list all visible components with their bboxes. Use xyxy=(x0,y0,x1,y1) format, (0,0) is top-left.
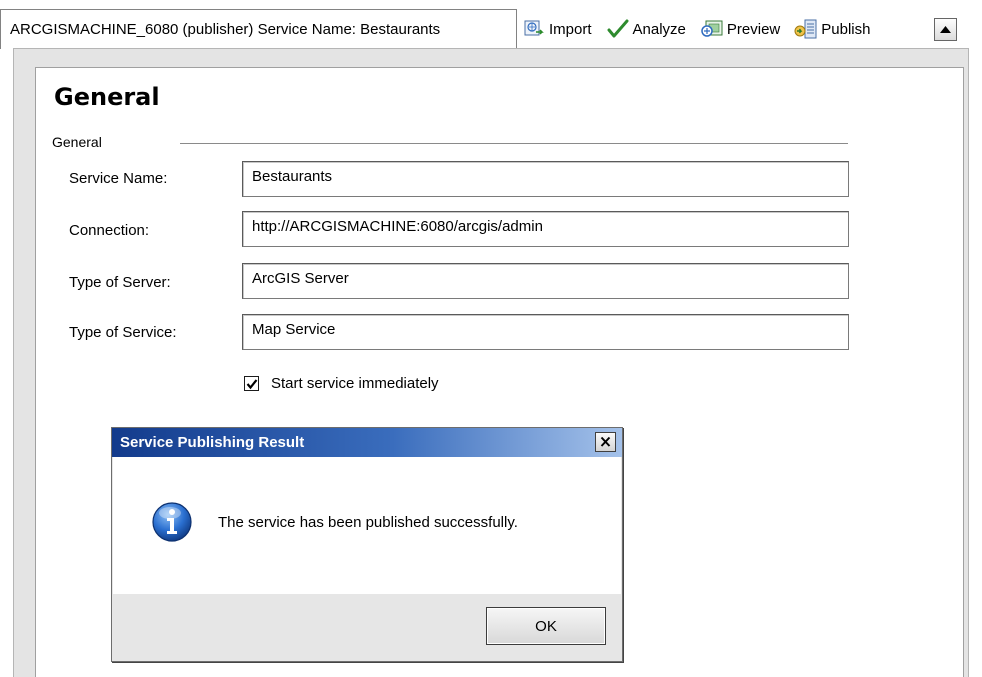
service-name-label: Service Name: xyxy=(69,170,168,187)
start-service-label: Start service immediately xyxy=(271,375,439,392)
analyze-button[interactable]: Analyze xyxy=(606,18,686,40)
collapse-arrow-icon xyxy=(940,26,951,33)
tab-title: ARCGISMACHINE_6080 (publisher) Service N… xyxy=(10,21,441,38)
preview-button[interactable]: Preview xyxy=(700,18,780,40)
ok-button[interactable]: OK xyxy=(486,607,606,645)
connection-label: Connection: xyxy=(69,222,150,239)
preview-label: Preview xyxy=(726,20,781,38)
analyze-label: Analyze xyxy=(632,20,686,38)
connection-field[interactable]: http://ARCGISMACHINE:6080/arcgis/admin xyxy=(242,211,849,247)
server-type-label: Type of Server: xyxy=(69,274,171,291)
collapse-toolbar-button[interactable] xyxy=(934,18,957,41)
close-icon xyxy=(600,436,611,447)
import-icon xyxy=(522,18,546,40)
publish-button[interactable]: Publish xyxy=(794,18,870,40)
info-icon xyxy=(151,501,193,543)
publishing-result-dialog: Service Publishing Result The service ha… xyxy=(111,427,623,662)
service-name-field[interactable]: Bestaurants xyxy=(242,161,849,197)
group-divider xyxy=(180,143,848,144)
service-type-field[interactable]: Map Service xyxy=(242,314,849,350)
publish-icon xyxy=(794,18,818,40)
service-type-label: Type of Service: xyxy=(69,324,177,341)
dialog-message: The service has been published successfu… xyxy=(218,514,518,531)
service-editor-tab[interactable]: ARCGISMACHINE_6080 (publisher) Service N… xyxy=(0,9,517,49)
toolbar: Import Analyze Preview Publish xyxy=(522,14,884,44)
import-label: Import xyxy=(549,20,592,38)
dialog-title-bar: Service Publishing Result xyxy=(112,428,622,457)
server-type-field[interactable]: ArcGIS Server xyxy=(242,263,849,299)
dialog-close-button[interactable] xyxy=(595,432,616,452)
page-title: General xyxy=(54,83,160,111)
start-service-option[interactable]: Start service immediately xyxy=(244,375,439,392)
publish-label: Publish xyxy=(821,20,871,38)
preview-icon xyxy=(700,18,724,40)
start-service-checkbox[interactable] xyxy=(244,376,259,391)
import-button[interactable]: Import xyxy=(522,18,592,40)
dialog-title: Service Publishing Result xyxy=(120,434,305,451)
dialog-body: The service has been published successfu… xyxy=(113,457,621,594)
group-label: General xyxy=(52,134,102,150)
analyze-check-icon xyxy=(606,18,630,40)
